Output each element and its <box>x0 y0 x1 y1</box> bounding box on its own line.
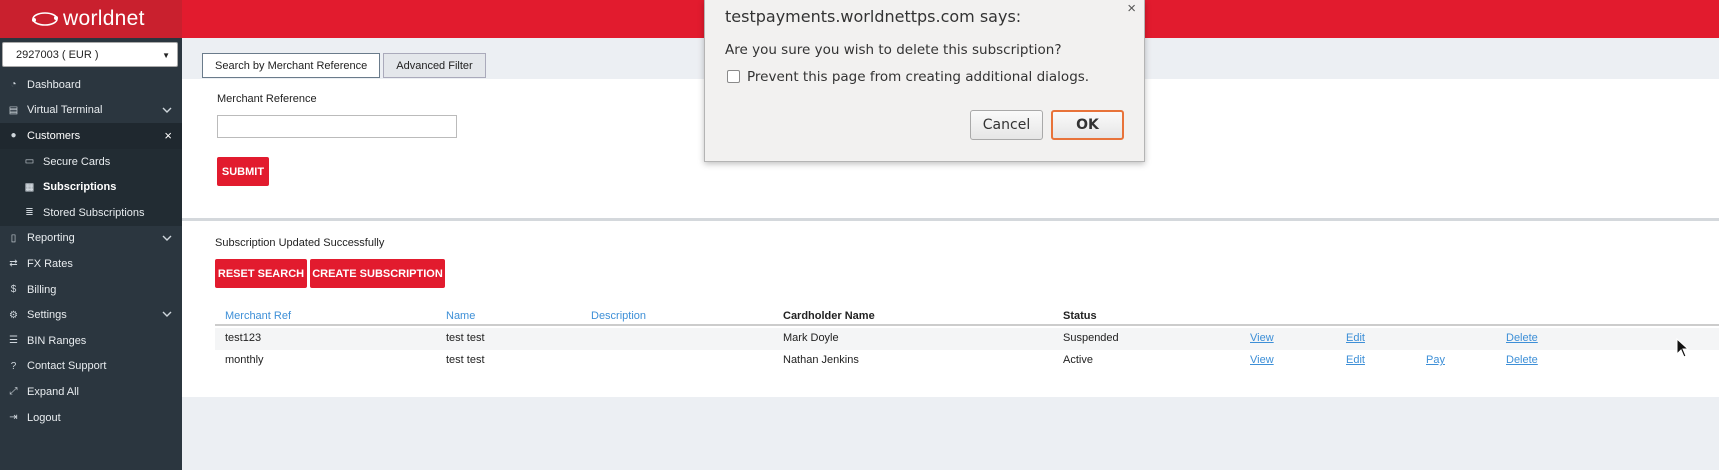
sidebar-item-label: Stored Subscriptions <box>43 206 145 219</box>
merchant-ref-cell: test123 <box>225 332 262 344</box>
sidebar-item-bin-ranges[interactable]: ☰ BIN Ranges <box>0 328 182 354</box>
chevron-down-icon <box>162 311 172 318</box>
terminal-icon: ▤ <box>8 104 19 116</box>
list-icon: ☰ <box>9 335 18 347</box>
table-row: monthly test test Nathan Jenkins Active … <box>215 350 1719 372</box>
create-subscription-button[interactable]: CREATE SUBSCRIPTION <box>310 259 445 288</box>
sidebar-item-logout[interactable]: ⇥ Logout <box>0 405 182 431</box>
sidebar-item-label: Customers <box>27 129 81 142</box>
sidebar-item-expand-all[interactable]: ⤢ Expand All <box>0 379 182 405</box>
column-name[interactable]: Name <box>446 310 475 322</box>
name-cell: test test <box>446 354 485 366</box>
report-icon: ▯ <box>10 232 17 244</box>
sidebar-item-label: Billing <box>27 283 57 296</box>
sidebar-item-label: Dashboard <box>27 78 81 91</box>
prevent-dialogs-label[interactable]: Prevent this page from creating addition… <box>747 69 1089 85</box>
sidebar-item-label: BIN Ranges <box>27 334 87 347</box>
merchant-reference-input[interactable] <box>217 115 457 138</box>
brand-logo[interactable]: worldnet <box>0 0 182 38</box>
table-header: Merchant Ref Name Description Cardholder… <box>215 308 1719 326</box>
column-merchant-ref[interactable]: Merchant Ref <box>225 310 291 322</box>
sidebar-item-subscriptions[interactable]: ▦ Subscriptions <box>0 174 182 200</box>
tab-advanced-filter[interactable]: Advanced Filter <box>383 53 486 78</box>
sidebar-item-label: Logout <box>27 411 61 424</box>
delete-link[interactable]: Delete <box>1506 332 1538 344</box>
view-link[interactable]: View <box>1250 354 1274 366</box>
ok-button[interactable]: OK <box>1051 110 1124 140</box>
results-panel: Subscription Updated Successfully RESET … <box>182 221 1719 397</box>
cardholder-cell: Mark Doyle <box>783 332 839 344</box>
gear-icon: ⚙ <box>9 309 18 321</box>
database-icon: ≣ <box>25 207 34 219</box>
dollar-icon: $ <box>10 284 17 296</box>
dialog-message: Are you sure you wish to delete this sub… <box>725 42 1062 58</box>
card-icon: ▭ <box>24 156 35 168</box>
mouse-cursor-icon <box>1676 338 1690 358</box>
sidebar-nav: ◔ Dashboard ▤ Virtual Terminal ● Custome… <box>0 72 182 430</box>
sidebar-item-label: Reporting <box>27 232 75 245</box>
success-message: Subscription Updated Successfully <box>215 237 385 249</box>
sidebar-item-label: Subscriptions <box>43 181 117 194</box>
sidebar-item-label: Settings <box>27 309 67 322</box>
sidebar-item-label: FX Rates <box>27 257 73 270</box>
caret-down-icon: ▼ <box>162 51 170 60</box>
exchange-icon: ⇄ <box>9 258 18 270</box>
sidebar-item-label: Expand All <box>27 385 79 398</box>
users-icon: ● <box>10 130 17 142</box>
close-icon[interactable]: × <box>1127 0 1136 17</box>
pay-link[interactable]: Pay <box>1426 354 1445 366</box>
status-cell: Active <box>1063 354 1093 366</box>
brand-name: worldnet <box>63 7 145 30</box>
sidebar-item-fx-rates[interactable]: ⇄ FX Rates <box>0 251 182 277</box>
reset-search-button[interactable]: RESET SEARCH <box>215 259 307 288</box>
sidebar-item-contact-support[interactable]: ? Contact Support <box>0 354 182 380</box>
sidebar-item-settings[interactable]: ⚙ Settings <box>0 302 182 328</box>
column-status: Status <box>1063 310 1097 322</box>
logout-icon: ⇥ <box>9 412 18 424</box>
sidebar-item-label: Secure Cards <box>43 155 111 168</box>
sidebar-item-secure-cards[interactable]: ▭ Secure Cards <box>0 149 182 175</box>
sidebar-item-label: Virtual Terminal <box>27 104 103 117</box>
sidebar-item-virtual-terminal[interactable]: ▤ Virtual Terminal <box>0 98 182 124</box>
dashboard-icon: ◔ <box>10 79 17 91</box>
delete-link[interactable]: Delete <box>1506 354 1538 366</box>
collapse-close-icon[interactable]: × <box>164 128 172 143</box>
search-tabs: Search by Merchant Reference Advanced Fi… <box>202 53 489 78</box>
cancel-button[interactable]: Cancel <box>970 110 1043 140</box>
status-cell: Suspended <box>1063 332 1119 344</box>
merchant-ref-cell: monthly <box>225 354 264 366</box>
submit-button[interactable]: SUBMIT <box>217 157 269 186</box>
view-link[interactable]: View <box>1250 332 1274 344</box>
account-select-value: 2927003 ( EUR ) <box>16 48 99 61</box>
sidebar-item-stored-subscriptions[interactable]: ≣ Stored Subscriptions <box>0 200 182 226</box>
worldnet-logo-icon <box>32 12 58 26</box>
tab-merchant-reference[interactable]: Search by Merchant Reference <box>202 53 381 78</box>
edit-link[interactable]: Edit <box>1346 332 1365 344</box>
confirm-dialog: testpayments.worldnettps.com says: × Are… <box>704 0 1145 162</box>
edit-link[interactable]: Edit <box>1346 354 1365 366</box>
name-cell: test test <box>446 332 485 344</box>
subscriptions-icon: ▦ <box>24 181 35 193</box>
sidebar: 2927003 ( EUR ) ▼ ◔ Dashboard ▤ Virtual … <box>0 38 182 470</box>
prevent-dialogs-checkbox[interactable] <box>727 70 740 83</box>
table-row: test123 test test Mark Doyle Suspended V… <box>215 328 1719 350</box>
sidebar-item-customers[interactable]: ● Customers × <box>0 123 182 149</box>
customers-submenu: ▭ Secure Cards ▦ Subscriptions ≣ Stored … <box>0 148 182 226</box>
expand-icon: ⤢ <box>9 386 18 398</box>
chevron-down-icon <box>162 107 172 113</box>
account-select[interactable]: 2927003 ( EUR ) ▼ <box>2 42 178 67</box>
column-description[interactable]: Description <box>591 310 646 322</box>
merchant-reference-label: Merchant Reference <box>217 93 317 105</box>
dialog-title: testpayments.worldnettps.com says: <box>725 7 1022 26</box>
help-icon: ? <box>10 360 17 372</box>
chevron-down-icon <box>162 235 172 241</box>
cardholder-cell: Nathan Jenkins <box>783 354 859 366</box>
sidebar-item-label: Contact Support <box>27 360 107 373</box>
sidebar-item-dashboard[interactable]: ◔ Dashboard <box>0 72 182 98</box>
sidebar-item-reporting[interactable]: ▯ Reporting <box>0 226 182 252</box>
sidebar-item-billing[interactable]: $ Billing <box>0 277 182 303</box>
column-cardholder-name: Cardholder Name <box>783 310 875 322</box>
